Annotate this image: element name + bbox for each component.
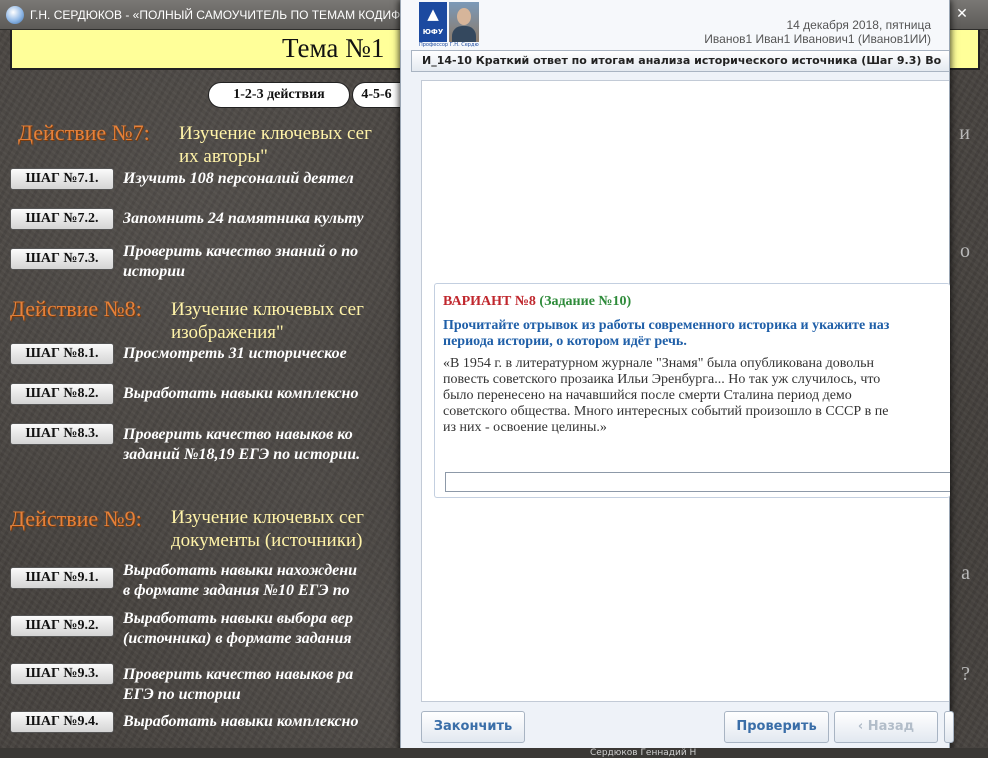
step-8-2-button[interactable]: ШАГ №8.2. — [10, 383, 114, 405]
photo-face — [457, 8, 471, 25]
variant-line: ВАРИАНТ №8 (Задание №10) — [443, 294, 950, 310]
step-8-2-text: Выработать навыки комплексно — [123, 385, 359, 402]
logo-caption: Профессор Г.Н. Сердюков — [419, 42, 479, 48]
action-7-label: Действие №7: — [18, 120, 150, 145]
step-7-2-text: Запомнить 24 памятника культу — [123, 210, 364, 227]
action-9-description: Изучение ключевых сег документы (источни… — [171, 507, 364, 551]
step-9-4-text: Выработать навыки комплексно — [123, 713, 359, 730]
edge-text-fragment: о — [960, 240, 970, 262]
edge-text-fragment: и — [959, 122, 970, 144]
tab-actions-1-2-3[interactable]: 1-2-3 действия — [208, 82, 350, 108]
step-7-1-button[interactable]: ШАГ №7.1. — [10, 168, 114, 190]
step-9-2-button[interactable]: ШАГ №9.2. — [10, 615, 114, 637]
variant-label: ВАРИАНТ №8 — [443, 294, 536, 309]
next-button[interactable] — [944, 711, 954, 743]
step-9-3-button[interactable]: ШАГ №9.3. — [10, 663, 114, 685]
question-box: ВАРИАНТ №8 (Задание №10) Прочитайте отры… — [434, 283, 950, 498]
step-8-3-button[interactable]: ШАГ №8.3. — [10, 423, 114, 445]
topic-title: Тема №1 — [282, 33, 385, 63]
action-7-description: Изучение ключевых сег их авторы" — [179, 123, 372, 167]
bottom-strip: Сердюков Геннадий Н — [0, 748, 988, 758]
header-date: 14 декабря 2018, пятница — [786, 18, 931, 32]
check-button[interactable]: Проверить — [724, 711, 829, 743]
bottom-strip-text: Сердюков Геннадий Н — [590, 748, 697, 758]
step-8-3-text: Проверить качество навыков ко заданий №1… — [123, 426, 361, 463]
photo-body — [452, 26, 476, 42]
quiz-header: ▲ ЮФУ Профессор Г.Н. Сердюков 14 декабря… — [401, 0, 949, 50]
logo-text: ЮФУ — [422, 28, 444, 36]
tab-overflow-text: Воп — [925, 54, 942, 67]
action-8-description: Изучение ключевых сег изображения" — [171, 299, 364, 343]
tab-actions-4-5-6[interactable]: 4-5-6 — [352, 82, 400, 108]
step-9-4-button[interactable]: ШАГ №9.4. — [10, 711, 114, 733]
step-7-1-text: Изучить 108 персоналий деятел — [123, 170, 354, 187]
app-icon — [6, 6, 24, 24]
question-prompt: Прочитайте отрывок из работы современног… — [443, 318, 890, 349]
step-9-3-text: Проверить качество навыков ра ЕГЭ по ист… — [123, 666, 354, 703]
university-logo: ▲ ЮФУ — [419, 2, 447, 42]
quiz-tab[interactable]: И_14-10 Краткий ответ по итогам анализа … — [411, 50, 949, 72]
step-8-1-button[interactable]: ШАГ №8.1. — [10, 343, 114, 365]
close-icon[interactable]: ✕ — [948, 3, 976, 25]
step-7-3-button[interactable]: ШАГ №7.3. — [10, 248, 114, 270]
action-9-label: Действие №9: — [10, 506, 142, 531]
action-8-label: Действие №8: — [10, 296, 142, 321]
step-8-1-text: Просмотреть 31 историческое — [123, 345, 347, 362]
quiz-content-panel: ВАРИАНТ №8 (Задание №10) Прочитайте отры… — [421, 80, 950, 702]
task-label: (Задание №10) — [539, 294, 632, 309]
header-user: Иванов1 Иван1 Иванович1 (Иванов1ИИ) — [704, 32, 931, 46]
step-9-2-text: Выработать навыки выбора вер (источника)… — [123, 610, 353, 647]
quiz-tab-label: И_14-10 Краткий ответ по итогам анализа … — [422, 54, 942, 67]
finish-button[interactable]: Закончить — [421, 711, 525, 743]
professor-photo — [449, 2, 479, 42]
quiz-window: ▲ ЮФУ Профессор Г.Н. Сердюков 14 декабря… — [400, 0, 954, 758]
source-quote: «В 1954 г. в литературном журнале "Знамя… — [443, 356, 889, 435]
step-9-1-text: Выработать навыки нахождени в формате за… — [123, 562, 358, 599]
step-9-1-button[interactable]: ШАГ №9.1. — [10, 567, 114, 589]
edge-text-fragment: ? — [961, 663, 970, 685]
answer-input[interactable] — [445, 472, 950, 492]
flame-icon: ▲ — [427, 5, 439, 23]
back-button[interactable]: ‹ Назад — [834, 711, 938, 743]
background-window-title: Г.Н. СЕРДЮКОВ - «ПОЛНЫЙ САМОУЧИТЕЛЬ ПО Т… — [30, 8, 400, 22]
step-7-3-text: Проверить качество знаний о по истории — [123, 243, 359, 280]
step-7-2-button[interactable]: ШАГ №7.2. — [10, 208, 114, 230]
edge-text-fragment: а — [961, 562, 970, 584]
